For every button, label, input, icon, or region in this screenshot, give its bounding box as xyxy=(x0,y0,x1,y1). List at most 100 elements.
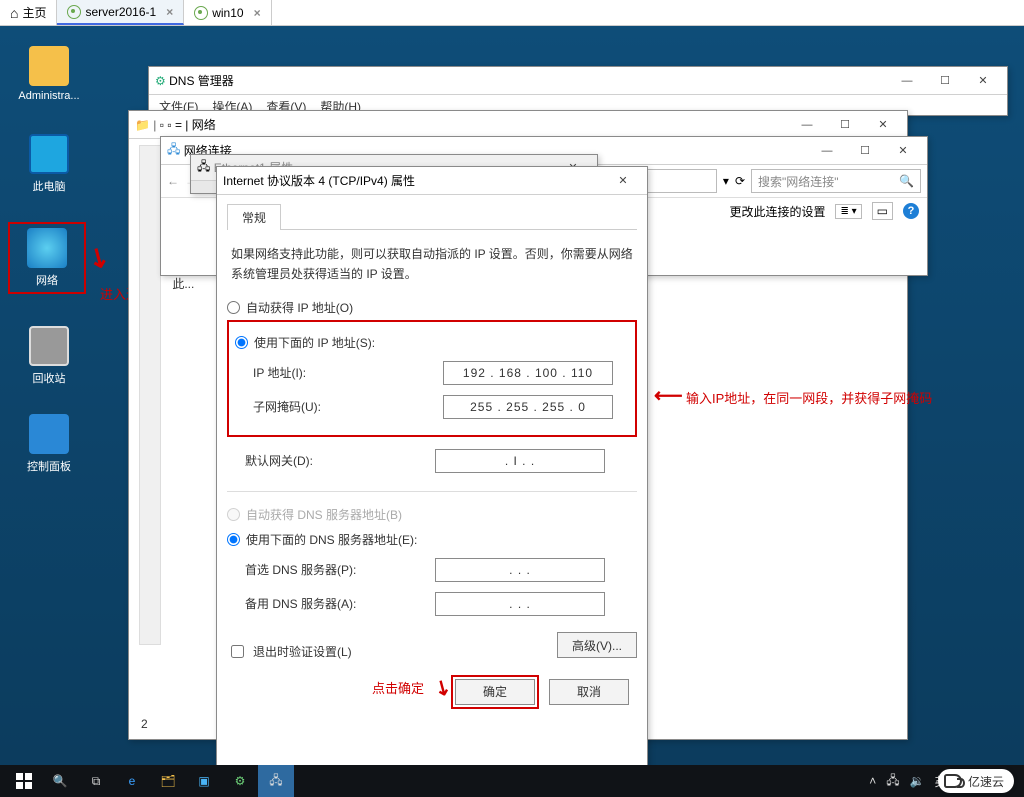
tray-volume-icon[interactable]: 🔉 xyxy=(910,774,925,788)
tab-win10[interactable]: win10 × xyxy=(184,0,271,25)
radio-input[interactable] xyxy=(227,301,240,314)
label-dns-primary: 首选 DNS 服务器(P): xyxy=(245,561,435,578)
highlight-ip-section: 使用下面的 IP 地址(S): IP 地址(I): 192 . 168 . 10… xyxy=(227,320,637,437)
radio-input[interactable] xyxy=(227,533,240,546)
radio-label: 使用下面的 DNS 服务器地址(E): xyxy=(246,531,417,548)
taskbar-server-manager[interactable]: ▣ xyxy=(186,765,222,797)
radio-label: 自动获得 IP 地址(O) xyxy=(246,299,353,316)
task-view-button[interactable]: ⧉ xyxy=(78,765,114,797)
subnet-mask-input[interactable]: 255 . 255 . 255 . 0 xyxy=(443,395,613,419)
preview-pane-button[interactable]: ▭ xyxy=(872,202,893,220)
tray-up-icon[interactable]: ˄ xyxy=(869,774,876,788)
refresh-button[interactable]: ⟳ xyxy=(735,174,745,188)
input-value: . . . xyxy=(509,563,531,577)
desktop-icon-recycle[interactable]: 回收站 xyxy=(10,326,88,386)
start-button[interactable] xyxy=(6,765,42,797)
gateway-input[interactable]: . I . . xyxy=(435,449,605,473)
arrow-icon: ↘ xyxy=(83,240,115,273)
watermark-badge: 亿速云 xyxy=(938,769,1014,793)
panel-label: 此... xyxy=(172,275,196,292)
tab-server-label: server2016-1 xyxy=(85,5,156,19)
status-count: 2 xyxy=(141,717,148,731)
taskbar-dns[interactable]: ⚙ xyxy=(222,765,258,797)
taskbar-network[interactable]: 🖧 xyxy=(258,765,294,797)
minimize-button[interactable]: — xyxy=(809,140,845,162)
help-icon[interactable]: ? xyxy=(903,203,919,219)
view-menu-button[interactable]: ≣ ▾ xyxy=(835,204,861,219)
minimize-button[interactable]: — xyxy=(789,114,825,136)
taskbar: 🔍 ⧉ e 🗂 ▣ ⚙ 🖧 ˄ 🖧 🔉 英 16:02 20 xyxy=(0,765,1024,797)
maximize-button[interactable]: ☐ xyxy=(847,140,883,162)
tray-network-icon[interactable]: 🖧 xyxy=(886,771,899,792)
icon-label: 回收站 xyxy=(10,370,88,386)
window-title: 网络 xyxy=(192,116,789,133)
close-button[interactable]: ✕ xyxy=(965,70,1001,92)
icon-label: 控制面板 xyxy=(10,458,88,474)
maximize-button[interactable]: ☐ xyxy=(827,114,863,136)
maximize-button[interactable]: ☐ xyxy=(927,70,963,92)
desktop: Administra... 此电脑 网络 回收站 控制面板 ↘ 进入进行二个网络… xyxy=(0,26,1024,765)
search-input[interactable]: 搜索"网络连接" 🔍 xyxy=(751,169,921,193)
checkbox-input[interactable] xyxy=(231,645,244,658)
search-placeholder: 搜索"网络连接" xyxy=(758,173,839,190)
arrow-icon: ⟵ xyxy=(654,386,683,406)
tab-general[interactable]: 常规 xyxy=(227,204,281,230)
desktop-icon-ctrlpanel[interactable]: 控制面板 xyxy=(10,414,88,474)
input-value: . I . . xyxy=(505,454,535,468)
label-dns-alt: 备用 DNS 服务器(A): xyxy=(245,595,435,612)
advanced-button[interactable]: 高级(V)... xyxy=(557,632,637,658)
label-gateway: 默认网关(D): xyxy=(245,452,435,469)
radio-static-ip[interactable]: 使用下面的 IP 地址(S): xyxy=(235,330,629,355)
button-label: 高级(V)... xyxy=(572,637,622,654)
search-button[interactable]: 🔍 xyxy=(42,765,78,797)
globe-icon xyxy=(27,228,67,268)
cancel-button[interactable]: 取消 xyxy=(549,679,629,705)
input-value: 192 . 168 . 100 . 110 xyxy=(463,366,593,380)
label-subnet: 子网掩码(U): xyxy=(253,398,443,415)
ip-address-input[interactable]: 192 . 168 . 100 . 110 xyxy=(443,361,613,385)
monitor-icon xyxy=(29,134,69,174)
dns-alt-input[interactable]: . . . xyxy=(435,592,605,616)
network-icon: 🖧 xyxy=(167,140,180,161)
label-ip: IP 地址(I): xyxy=(253,364,443,381)
checkbox-label: 退出时验证设置(L) xyxy=(253,643,352,660)
radio-input[interactable] xyxy=(235,336,248,349)
tab-home[interactable]: 主页 xyxy=(0,0,57,25)
folder-icon xyxy=(29,46,69,86)
close-icon[interactable]: × xyxy=(166,5,173,19)
tab-home-label: 主页 xyxy=(22,4,46,21)
back-button[interactable]: ← xyxy=(167,174,179,188)
history-dropdown[interactable]: ▾ xyxy=(723,174,729,188)
taskbar-explorer[interactable]: 🗂 xyxy=(150,765,186,797)
description-text: 如果网络支持此功能，则可以获取自动指派的 IP 设置。否则，你需要从网络系统管理… xyxy=(227,230,637,295)
dns-primary-input[interactable]: . . . xyxy=(435,558,605,582)
titlebar[interactable]: ⚙ DNS 管理器 — ☐ ✕ xyxy=(149,67,1007,95)
radio-label: 使用下面的 IP 地址(S): xyxy=(254,334,375,351)
ok-button[interactable]: 确定 xyxy=(455,679,535,705)
desktop-icon-network[interactable]: 网络 xyxy=(8,222,86,294)
server-icon xyxy=(67,5,81,19)
taskbar-edge[interactable]: e xyxy=(114,765,150,797)
dialog-title: Internet 协议版本 4 (TCP/IPv4) 属性 xyxy=(223,172,605,189)
desktop-icon-thispc[interactable]: 此电脑 xyxy=(10,134,88,194)
icon-label: 网络 xyxy=(10,272,84,288)
tab-win10-label: win10 xyxy=(212,6,243,20)
close-icon[interactable]: × xyxy=(254,6,261,20)
radio-static-dns[interactable]: 使用下面的 DNS 服务器地址(E): xyxy=(227,527,637,552)
titlebar[interactable]: 📁 | ▫ ▫ = | 网络 — ☐ ✕ xyxy=(129,111,907,139)
titlebar[interactable]: Internet 协议版本 4 (TCP/IPv4) 属性 ✕ xyxy=(217,167,647,195)
button-label: 确定 xyxy=(483,683,507,700)
close-button[interactable]: ✕ xyxy=(885,140,921,162)
close-button[interactable]: ✕ xyxy=(605,170,641,192)
vm-tab-bar: 主页 server2016-1 × win10 × xyxy=(0,0,1024,26)
tab-server[interactable]: server2016-1 × xyxy=(57,0,184,25)
desktop-icon-admin[interactable]: Administra... xyxy=(10,46,88,102)
minimize-button[interactable]: — xyxy=(889,70,925,92)
input-value: . . . xyxy=(509,597,531,611)
close-button[interactable]: ✕ xyxy=(865,114,901,136)
server-icon xyxy=(194,6,208,20)
validate-on-exit[interactable]: 退出时验证设置(L) xyxy=(227,630,352,661)
change-settings-button[interactable]: 更改此连接的设置 xyxy=(729,203,825,220)
radio-auto-ip[interactable]: 自动获得 IP 地址(O) xyxy=(227,295,637,320)
icon-label: Administra... xyxy=(10,90,88,102)
